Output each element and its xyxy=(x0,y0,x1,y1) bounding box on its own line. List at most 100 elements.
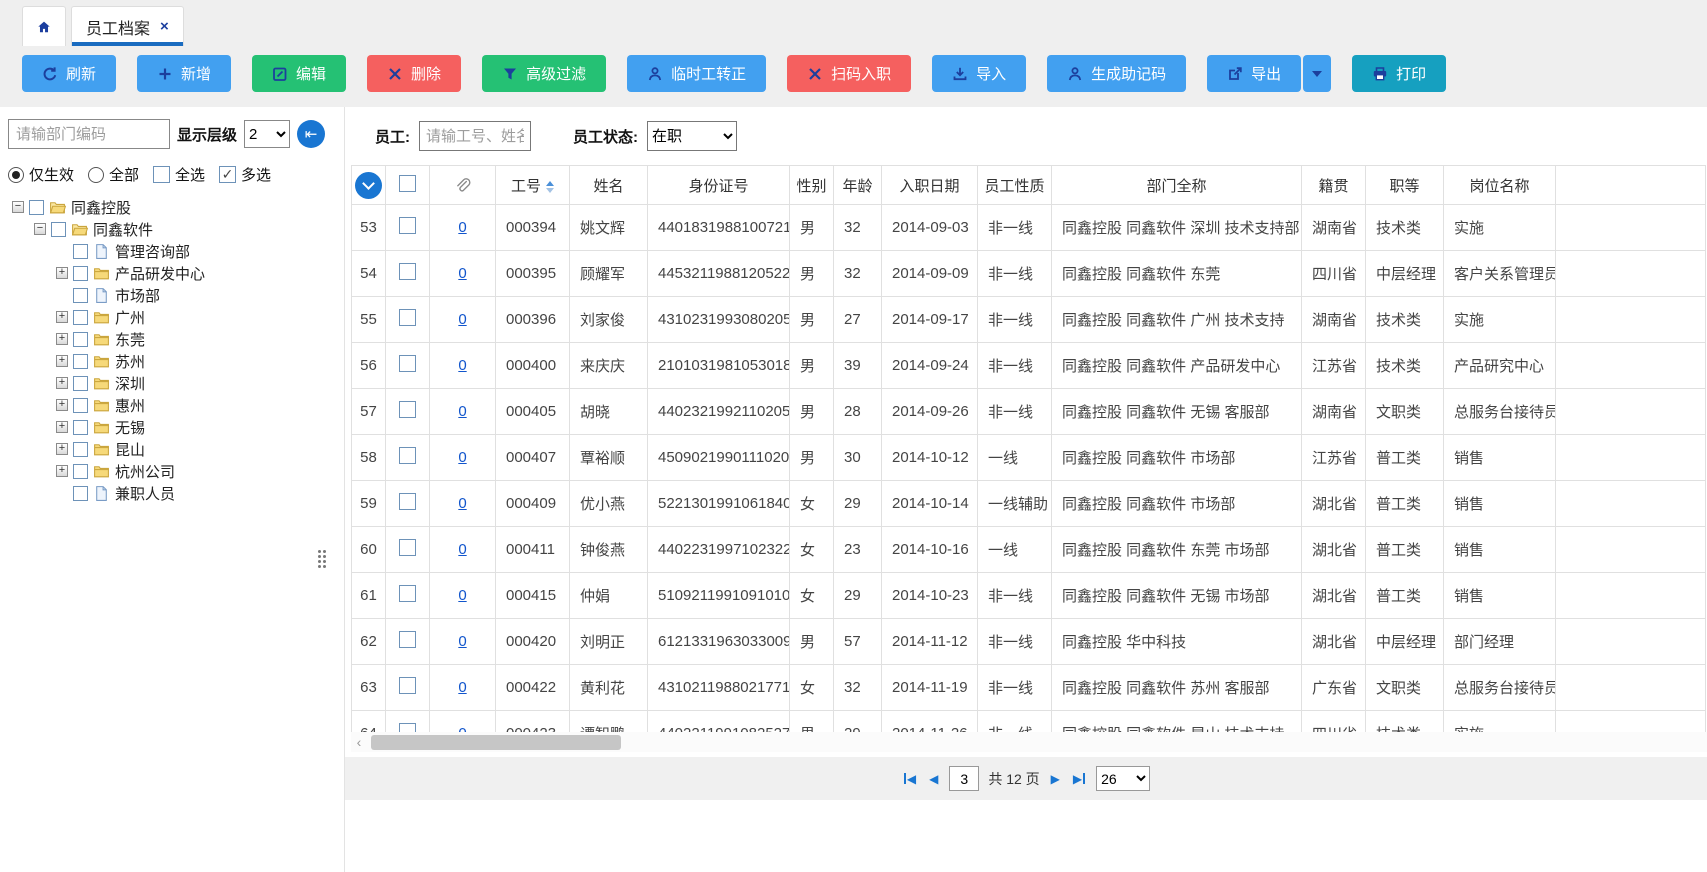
column-header[interactable]: 姓名 xyxy=(570,166,648,205)
tree-item[interactable]: +杭州公司 xyxy=(8,460,344,482)
tree-item[interactable]: +无锡 xyxy=(8,416,344,438)
column-header[interactable]: 工号 xyxy=(496,166,570,205)
expand-icon[interactable]: + xyxy=(56,399,68,411)
scan-onboard-button[interactable]: 扫码入职 xyxy=(787,55,911,92)
select-all-rows-checkbox[interactable] xyxy=(399,175,416,192)
refresh-button[interactable]: 刷新 xyxy=(22,55,116,92)
last-page-button[interactable]: ▶ xyxy=(1071,773,1087,785)
print-button[interactable]: 打印 xyxy=(1352,55,1446,92)
prev-page-button[interactable]: ◀ xyxy=(927,773,940,785)
table-row[interactable]: 530000394姚文辉440183198810072132男322014-09… xyxy=(352,205,1706,251)
tree-item[interactable]: 管理咨询部 xyxy=(8,240,344,262)
expand-icon[interactable]: + xyxy=(56,421,68,433)
table-row[interactable]: 600000411钟俊燕440223199710232227女232014-10… xyxy=(352,527,1706,573)
expand-icon[interactable]: + xyxy=(56,311,68,323)
tree-checkbox[interactable] xyxy=(73,464,88,479)
row-checkbox[interactable] xyxy=(399,355,416,372)
expand-all-button[interactable] xyxy=(355,172,382,199)
table-row[interactable]: 590000409优小燕522130199106184046女292014-10… xyxy=(352,481,1706,527)
column-header[interactable]: 籍贯 xyxy=(1302,166,1366,205)
sort-icon[interactable] xyxy=(546,181,554,193)
tree-checkbox[interactable] xyxy=(73,354,88,369)
table-row[interactable]: 580000407覃裕顺450902199011102034男302014-10… xyxy=(352,435,1706,481)
column-header[interactable]: 员工性质 xyxy=(978,166,1052,205)
radio-all[interactable] xyxy=(88,167,104,183)
collapse-icon[interactable]: − xyxy=(34,223,46,235)
tree-item[interactable]: −同鑫软件 xyxy=(8,218,344,240)
table-row[interactable]: 630000422黄利花431021198802177107女322014-11… xyxy=(352,665,1706,711)
status-select[interactable]: 在职 xyxy=(647,121,737,151)
radio-active-only[interactable] xyxy=(8,167,24,183)
tree-item[interactable]: +惠州 xyxy=(8,394,344,416)
close-icon[interactable]: × xyxy=(160,18,169,35)
tree-item[interactable]: +苏州 xyxy=(8,350,344,372)
export-dropdown-button[interactable] xyxy=(1303,55,1331,92)
tree-checkbox[interactable] xyxy=(29,200,44,215)
column-header[interactable]: 职等 xyxy=(1366,166,1444,205)
tab-home[interactable] xyxy=(22,6,66,46)
page-size-select[interactable]: 26 xyxy=(1096,766,1150,791)
table-row[interactable]: 620000420刘明正612133196303300912男572014-11… xyxy=(352,619,1706,665)
select-all-checkbox[interactable] xyxy=(153,166,170,183)
row-checkbox[interactable] xyxy=(399,677,416,694)
row-checkbox[interactable] xyxy=(399,447,416,464)
row-checkbox[interactable] xyxy=(399,585,416,602)
advanced-filter-button[interactable]: 高级过滤 xyxy=(482,55,606,92)
attachments-link[interactable]: 0 xyxy=(458,311,466,328)
tree-item[interactable]: +深圳 xyxy=(8,372,344,394)
column-header[interactable]: 部门全称 xyxy=(1052,166,1302,205)
temp-to-regular-button[interactable]: 临时工转正 xyxy=(627,55,766,92)
expand-icon[interactable]: + xyxy=(56,333,68,345)
expand-icon[interactable]: + xyxy=(56,465,68,477)
tree-checkbox[interactable] xyxy=(73,420,88,435)
tree-checkbox[interactable] xyxy=(51,222,66,237)
tree-checkbox[interactable] xyxy=(73,398,88,413)
scroll-left-icon[interactable]: ‹ xyxy=(351,734,367,750)
table-row[interactable]: 560000400来庆庆210103198105301812男392014-09… xyxy=(352,343,1706,389)
tree-item[interactable]: −同鑫控股 xyxy=(8,196,344,218)
collapse-icon[interactable]: − xyxy=(12,201,24,213)
sidebar-resize-handle[interactable] xyxy=(318,550,326,568)
attachments-link[interactable]: 0 xyxy=(458,449,466,466)
collapse-sidebar-button[interactable]: ⇤ xyxy=(297,120,325,148)
table-row[interactable]: 610000415仲娟510921199109101043女292014-10-… xyxy=(352,573,1706,619)
attachments-link[interactable]: 0 xyxy=(458,587,466,604)
tree-checkbox[interactable] xyxy=(73,310,88,325)
tree-item[interactable]: +东莞 xyxy=(8,328,344,350)
row-checkbox[interactable] xyxy=(399,217,416,234)
employee-search-input[interactable] xyxy=(419,121,531,151)
tree-checkbox[interactable] xyxy=(73,266,88,281)
expand-icon[interactable]: + xyxy=(56,267,68,279)
table-row[interactable]: 570000405胡晓440232199211020533男282014-09-… xyxy=(352,389,1706,435)
attachments-link[interactable]: 0 xyxy=(458,495,466,512)
row-checkbox[interactable] xyxy=(399,263,416,280)
tree-item[interactable]: +广州 xyxy=(8,306,344,328)
row-checkbox[interactable] xyxy=(399,493,416,510)
multi-select-checkbox[interactable]: ✓ xyxy=(219,166,236,183)
delete-button[interactable]: 删除 xyxy=(367,55,461,92)
expand-icon[interactable]: + xyxy=(56,355,68,367)
attachments-link[interactable]: 0 xyxy=(458,679,466,696)
next-page-button[interactable]: ▶ xyxy=(1049,773,1062,785)
row-checkbox[interactable] xyxy=(399,631,416,648)
row-checkbox[interactable] xyxy=(399,401,416,418)
import-button[interactable]: 导入 xyxy=(932,55,1026,92)
expand-icon[interactable]: + xyxy=(56,443,68,455)
tree-checkbox[interactable] xyxy=(73,288,88,303)
export-button[interactable]: 导出 xyxy=(1207,55,1301,92)
expand-icon[interactable]: + xyxy=(56,377,68,389)
tree-checkbox[interactable] xyxy=(73,244,88,259)
scrollbar-thumb[interactable] xyxy=(371,735,621,750)
tree-item[interactable]: +产品研发中心 xyxy=(8,262,344,284)
attachments-link[interactable]: 0 xyxy=(458,357,466,374)
scrollbar-track[interactable] xyxy=(367,735,1707,750)
column-header[interactable]: 身份证号 xyxy=(648,166,790,205)
tab-employee-files[interactable]: 员工档案 × xyxy=(71,6,184,46)
column-header[interactable]: 岗位名称 xyxy=(1444,166,1556,205)
attachments-link[interactable]: 0 xyxy=(458,403,466,420)
add-button[interactable]: 新增 xyxy=(137,55,231,92)
column-header[interactable]: 年龄 xyxy=(834,166,882,205)
first-page-button[interactable]: ◀ xyxy=(902,773,918,785)
tree-checkbox[interactable] xyxy=(73,486,88,501)
column-header[interactable]: 入职日期 xyxy=(882,166,978,205)
